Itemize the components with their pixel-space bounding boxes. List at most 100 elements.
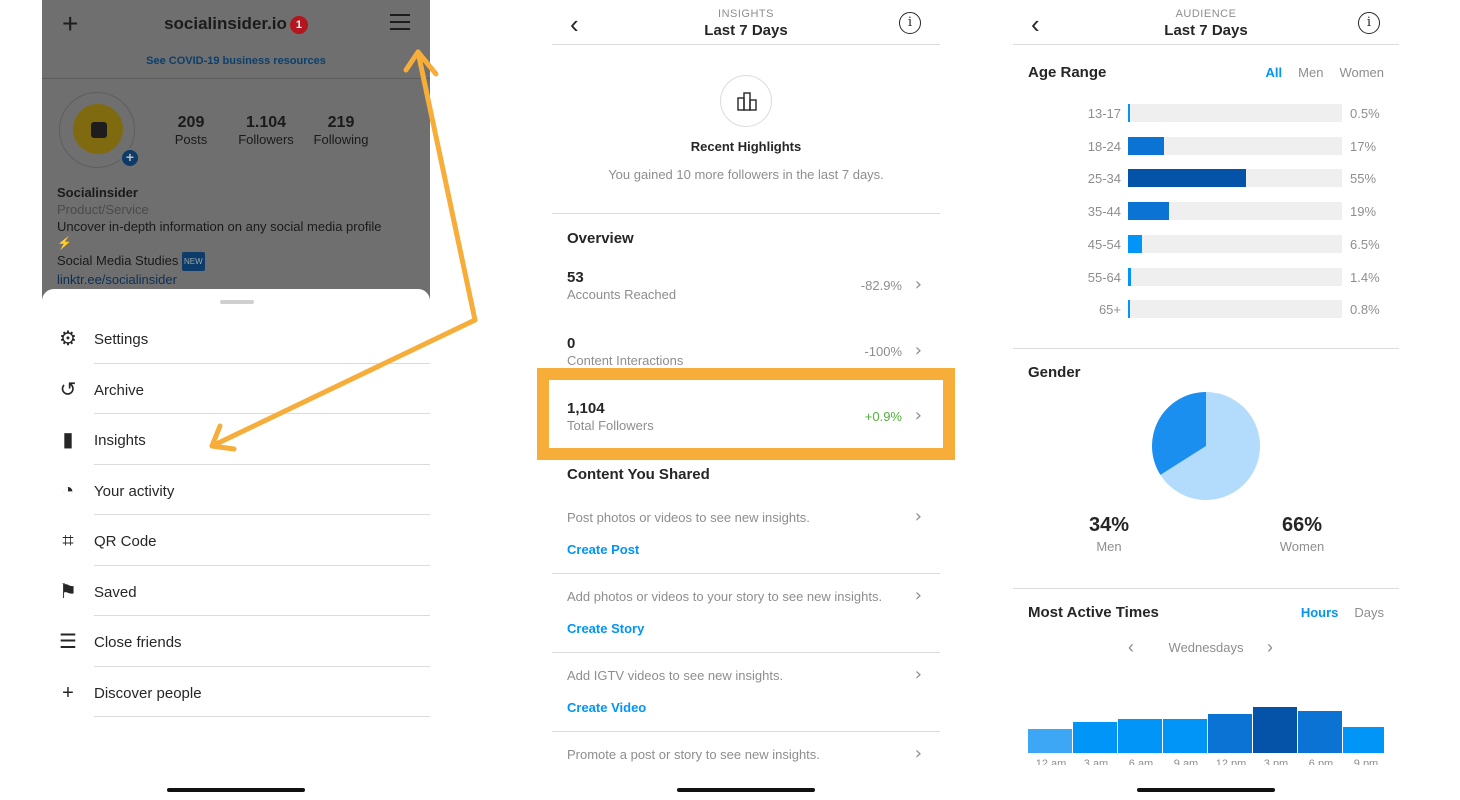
age-bar-percent: 17%: [1350, 138, 1377, 154]
chevron-right-icon: ›: [914, 274, 922, 295]
metric-total-followers[interactable]: 1,104 Total Followers +0.9% ›: [552, 400, 940, 452]
age-bar-row: 45-54 6.5%: [1013, 234, 1399, 255]
menu-item-your-activity[interactable]: ◔ Your activity: [42, 465, 430, 515]
bio-category: Product/Service: [57, 202, 149, 217]
chevron-right-icon: ›: [914, 585, 922, 606]
qr-code-icon: ⌗: [62, 530, 74, 552]
share-row-igtv[interactable]: Add IGTV videos to see new insights. Cre…: [552, 664, 940, 747]
day-label: Wednesdays: [1168, 640, 1244, 655]
username-text: socialinsider.io: [164, 14, 287, 33]
gender-pie-svg: [1152, 392, 1260, 500]
menu-item-discover-people[interactable]: + Discover people: [42, 667, 430, 717]
hour-bar: [1298, 711, 1342, 753]
metric-change: -82.9%: [860, 278, 902, 293]
menu-item-settings[interactable]: ⚙ Settings: [42, 313, 430, 364]
age-bar: [1128, 169, 1246, 188]
bio-studies-text: Social Media Studies: [57, 253, 179, 268]
age-bar-row: 18-24 17%: [1013, 136, 1399, 157]
highlights-title: Recent Highlights: [690, 139, 802, 154]
metric-label: Content Interactions: [567, 353, 684, 368]
share-row-promote[interactable]: Promote a post or story to see new insig…: [552, 743, 940, 777]
home-indicator: [677, 788, 815, 792]
bio-link[interactable]: linktr.ee/socialinsider: [57, 271, 417, 288]
row-divider: [552, 652, 940, 653]
close-friends-list-icon: ☰: [59, 631, 77, 653]
info-icon[interactable]: i: [899, 12, 921, 34]
tab-women[interactable]: Women: [1339, 65, 1384, 80]
age-range-title: Age Range: [1028, 64, 1107, 81]
home-indicator: [1137, 788, 1275, 792]
chevron-right-icon: ›: [914, 340, 922, 361]
tab-all[interactable]: All: [1266, 65, 1283, 80]
row-divider: [552, 731, 940, 732]
age-bar-row: 35-44 19%: [1013, 202, 1399, 222]
men-percent: 34%: [1088, 514, 1130, 536]
insights-header-title[interactable]: Last 7 Days: [552, 22, 940, 39]
profile-bio: Socialinsider Product/Service Uncover in…: [57, 184, 417, 288]
bio-text: Uncover in-depth information on any soci…: [57, 219, 382, 234]
hour-bar: [1163, 719, 1207, 753]
age-bar: [1128, 300, 1130, 319]
followers-stat[interactable]: 1.104 Followers: [226, 114, 306, 147]
following-stat[interactable]: 219 Following: [301, 114, 381, 147]
age-bar-label: 25-34: [1087, 171, 1121, 187]
hour-bar: [1118, 719, 1162, 753]
age-bar-row: 25-34 55%: [1013, 169, 1399, 189]
insights-screen: ‹ INSIGHTS Last 7 Days i Recent Highligh…: [552, 0, 940, 800]
hamburger-menu-icon[interactable]: [390, 14, 410, 30]
insights-header-super: INSIGHTS: [718, 8, 774, 20]
section-divider: [552, 213, 940, 214]
covid-resources-link[interactable]: See COVID-19 business resources: [42, 55, 430, 67]
menu-item-insights[interactable]: ▮ Insights: [42, 414, 430, 465]
hour-tick-label: 12 am: [1035, 758, 1067, 765]
section-divider: [1013, 588, 1399, 589]
sheet-grabber-handle[interactable]: [220, 300, 254, 304]
create-post-link[interactable]: Create Post: [567, 542, 639, 557]
most-active-title: Most Active Times: [1028, 604, 1159, 621]
hour-tick-label: 9 am: [1173, 758, 1199, 765]
create-story-link[interactable]: Create Story: [567, 621, 644, 636]
home-indicator: [167, 788, 305, 792]
gender-pie-chart: [1152, 392, 1260, 500]
hour-tick-label: 3 pm: [1263, 758, 1289, 765]
age-bar-track: [1128, 267, 1342, 286]
menu-item-close-friends[interactable]: ☰ Close friends: [42, 616, 430, 667]
most-active-hours-chart: 12 am 3 am 6 am 9 am 12 pm 3 pm 6 pm 9 pm: [1028, 690, 1384, 765]
tab-hours[interactable]: Hours: [1301, 605, 1339, 620]
create-video-link[interactable]: Create Video: [567, 700, 646, 715]
menu-item-label: Settings: [94, 331, 149, 348]
menu-item-saved[interactable]: ⚑ Saved: [42, 566, 430, 616]
age-bar-label: 65+: [1098, 302, 1121, 318]
share-row-story[interactable]: Add photos or videos to your story to se…: [552, 585, 940, 668]
day-navigator: ‹ Wednesdays ›: [1013, 637, 1399, 658]
saved-bookmark-icon: ⚑: [59, 580, 77, 603]
age-bar-label: 13-17: [1087, 106, 1121, 121]
add-story-plus-icon[interactable]: +: [120, 148, 140, 168]
menu-item-label: Insights: [94, 432, 146, 449]
info-icon[interactable]: i: [1358, 12, 1380, 34]
menu-bottom-sheet: ⚙ Settings ↺ Archive ▮ Insights ◔ Your activity…: [42, 289, 430, 800]
menu-list: ⚙ Settings ↺ Archive ▮ Insights ◔ Your activity…: [42, 313, 430, 717]
age-bar: [1128, 202, 1169, 221]
next-day-chevron-icon[interactable]: ›: [1267, 637, 1273, 658]
hour-tick-label: 12 pm: [1215, 758, 1247, 765]
audience-header-title[interactable]: Last 7 Days: [1013, 22, 1399, 39]
menu-item-label: Discover people: [94, 684, 202, 702]
metric-content-interactions[interactable]: 0 Content Interactions -100% ›: [552, 335, 940, 387]
posts-stat[interactable]: 209 Posts: [151, 114, 231, 147]
menu-item-qr-code[interactable]: ⌗ QR Code: [42, 515, 430, 566]
posts-count: 209: [177, 114, 205, 131]
age-bar-track: [1128, 234, 1342, 253]
metric-accounts-reached[interactable]: 53 Accounts Reached -82.9% ›: [552, 269, 940, 321]
section-divider: [1013, 348, 1399, 349]
tab-men[interactable]: Men: [1298, 65, 1323, 80]
age-filter-tabs: All Men Women: [1250, 65, 1384, 80]
followers-count: 1.104: [245, 114, 287, 131]
metric-change: -100%: [864, 344, 902, 359]
tab-days[interactable]: Days: [1354, 605, 1384, 620]
share-row-post[interactable]: Post photos or videos to see new insight…: [552, 506, 940, 589]
age-bar: [1128, 136, 1165, 155]
hour-tick-label: 3 am: [1083, 758, 1109, 765]
menu-item-archive[interactable]: ↺ Archive: [42, 364, 430, 414]
prev-day-chevron-icon[interactable]: ‹: [1128, 637, 1134, 658]
